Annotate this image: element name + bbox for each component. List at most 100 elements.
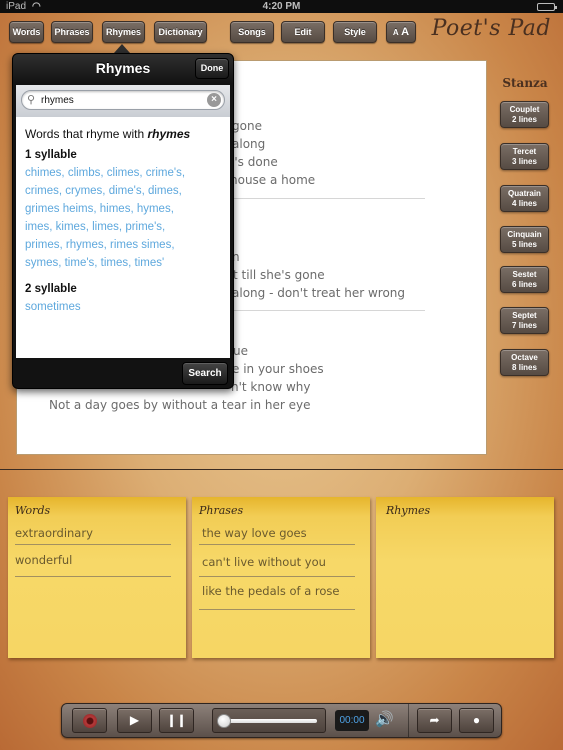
cinquain-button[interactable]: Cinquain 5 lines (500, 226, 549, 253)
audio-player: ▶ ❙❙ 00:00 🔊 ➦ ● (61, 703, 502, 738)
font-size-large-label: A (401, 26, 410, 38)
stanza-lines: 2 lines (512, 115, 537, 124)
section-divider (0, 469, 563, 470)
play-button[interactable]: ▶ (117, 708, 152, 733)
phrases-note[interactable]: Phrases the way love goes can't live wit… (192, 497, 370, 658)
playback-slider[interactable] (212, 708, 326, 733)
stanza-name: Couplet (509, 105, 540, 114)
stanza-lines: 6 lines (512, 280, 537, 289)
search-field[interactable]: ⚲ × (21, 90, 225, 110)
note-divider (15, 544, 171, 545)
search-button[interactable]: Search (182, 362, 228, 385)
done-button[interactable]: Done (195, 58, 229, 79)
rhymes-note[interactable]: Rhymes (376, 497, 554, 658)
share-icon: ➦ (429, 713, 440, 727)
note-item[interactable]: the way love goes (202, 526, 307, 540)
pause-button[interactable]: ❙❙ (159, 708, 194, 733)
couplet-button[interactable]: Couplet 2 lines (500, 101, 549, 128)
stanza-name: Tercet (512, 147, 537, 156)
poem-line: t till she's gone (233, 268, 325, 282)
rhyme-list-line[interactable]: sometimes (25, 301, 81, 313)
rhyme-list-line[interactable]: grimes heims, himes, hymes, (25, 203, 174, 215)
popover-arrow (114, 44, 130, 53)
slider-track (221, 719, 317, 723)
poem-line: e in your shoes (232, 362, 324, 376)
play-icon: ▶ (129, 713, 140, 727)
note-title: Rhymes (386, 504, 431, 517)
stanza-name: Quatrain (508, 189, 541, 198)
note-item[interactable]: like the pedals of a rose (202, 584, 339, 598)
poem-line: n't know why (231, 380, 311, 394)
octave-button[interactable]: Octave 8 lines (500, 349, 549, 376)
stanza-lines: 4 lines (512, 199, 537, 208)
stanza-name: Septet (512, 311, 537, 320)
rhymes-popover: Rhymes Done ⚲ × Words that rhyme with rh… (12, 53, 234, 389)
poem-line: ue (233, 344, 248, 358)
search-input[interactable] (41, 93, 201, 108)
quatrain-button[interactable]: Quatrain 4 lines (500, 185, 549, 212)
slider-thumb[interactable] (217, 714, 231, 728)
stanza-lines: 8 lines (512, 363, 537, 372)
rhyme-list-line[interactable]: chimes, climbs, climes, crime's, (25, 167, 185, 179)
note-title: Phrases (199, 504, 244, 517)
heading-prefix: Words that rhyme with (25, 127, 148, 141)
note-divider (199, 544, 355, 545)
edit-button[interactable]: Edit (281, 21, 325, 43)
sestet-button[interactable]: Sestet 6 lines (500, 266, 549, 293)
record-button[interactable] (72, 708, 107, 733)
player-divider (408, 704, 409, 737)
status-time: 4:20 PM (262, 1, 301, 12)
rhyme-list-line[interactable]: symes, time's, times, times' (25, 257, 164, 269)
note-divider (15, 576, 171, 577)
poem-line: gone (232, 119, 262, 133)
record-icon (82, 714, 97, 728)
clear-icon[interactable]: × (207, 93, 221, 107)
popover-content: ⚲ × Words that rhyme with rhymes 1 sylla… (16, 85, 230, 358)
songs-button[interactable]: Songs (230, 21, 274, 43)
syllable-label: 2 syllable (25, 283, 77, 295)
words-note[interactable]: Words extraordinary wonderful (8, 497, 186, 658)
stanza-name: Cinquain (507, 230, 542, 239)
note-item[interactable]: extraordinary (15, 526, 93, 540)
stanza-title: Stanza (502, 76, 548, 90)
heading-word: rhymes (147, 127, 191, 141)
note-divider (199, 576, 355, 577)
volume-icon[interactable]: 🔊 (375, 710, 394, 728)
battery-icon (537, 3, 557, 11)
poem-line: Not a day goes by without a tear in her … (49, 398, 311, 412)
phrases-button[interactable]: Phrases (51, 21, 93, 43)
stanza-lines: 7 lines (512, 321, 537, 330)
share-button[interactable]: ➦ (417, 708, 452, 733)
rhyme-list-line[interactable]: imes, kimes, limes, prime's, (25, 221, 165, 233)
style-button[interactable]: Style (333, 21, 377, 43)
person-icon: ● (472, 713, 481, 727)
search-icon: ⚲ (27, 94, 36, 106)
stanza-name: Octave (511, 353, 538, 362)
dictionary-button[interactable]: Dictionary (154, 21, 207, 43)
tercet-button[interactable]: Tercet 3 lines (500, 143, 549, 170)
note-divider (199, 609, 355, 610)
status-bar: iPad ◠ 4:20 PM (0, 0, 563, 13)
rhyme-list-line[interactable]: primes, rhymes, rimes simes, (25, 239, 175, 251)
rhyme-list-line[interactable]: crimes, crymes, dime's, dimes, (25, 185, 182, 197)
septet-button[interactable]: Septet 7 lines (500, 307, 549, 334)
pause-icon: ❙❙ (166, 713, 187, 727)
search-bar: ⚲ × (16, 85, 230, 117)
words-button[interactable]: Words (9, 21, 44, 43)
poem-line: e's done (227, 155, 278, 169)
syllable-label: 1 syllable (25, 149, 77, 161)
stanza-name: Sestet (512, 270, 537, 279)
popover-footer: Search (13, 359, 233, 388)
note-title: Words (15, 504, 51, 517)
font-size-button[interactable]: A A (386, 21, 416, 43)
note-item[interactable]: wonderful (15, 553, 72, 567)
contact-button[interactable]: ● (459, 708, 494, 733)
stanza-lines: 5 lines (512, 240, 537, 249)
poem-line: along (232, 137, 266, 151)
stanza-lines: 3 lines (512, 157, 537, 166)
rhyme-heading: Words that rhyme with rhymes (25, 127, 190, 141)
font-size-small-label: A (392, 28, 399, 37)
rhymes-button[interactable]: Rhymes (102, 21, 145, 43)
note-item[interactable]: can't live without you (202, 555, 326, 569)
poem-line: along - don't treat her wrong (232, 286, 406, 300)
